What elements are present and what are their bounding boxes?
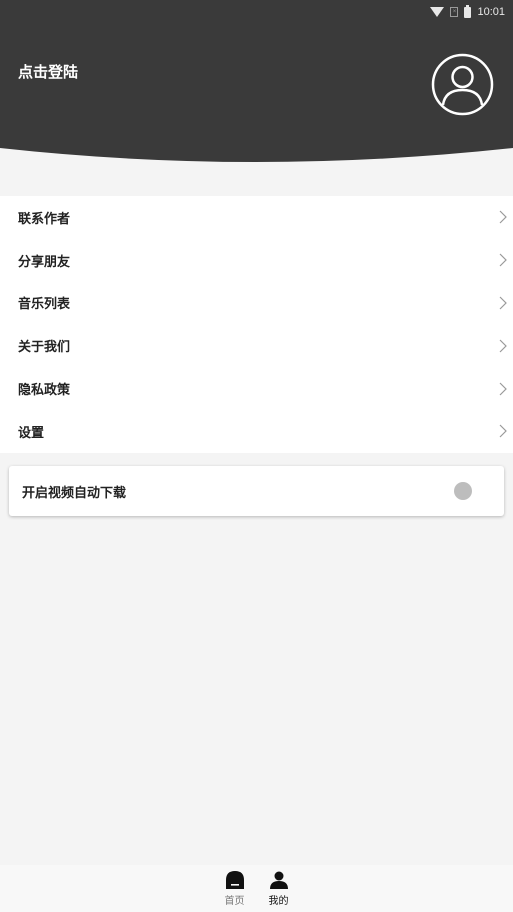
auto-download-card: 开启视频自动下载 <box>9 466 504 516</box>
menu-item-settings[interactable]: 设置 <box>0 410 513 453</box>
menu-item-label: 联系作者 <box>18 211 71 227</box>
chevron-right-icon <box>499 296 507 310</box>
nav-label-mine: 我的 <box>268 896 289 907</box>
menu-item-label: 隐私政策 <box>18 383 71 399</box>
chevron-right-icon <box>499 424 507 438</box>
person-icon <box>269 871 288 889</box>
wifi-icon <box>430 7 445 17</box>
no-sim-icon: × <box>450 7 459 17</box>
home-icon <box>225 871 244 889</box>
menu-item-about-us[interactable]: 关于我们 <box>0 324 513 367</box>
settings-menu: 联系作者 分享朋友 音乐列表 关于我们 隐私政策 设置 <box>0 196 513 453</box>
chevron-right-icon <box>499 253 507 267</box>
nav-label-home: 首页 <box>224 896 245 907</box>
battery-icon <box>464 4 472 18</box>
chevron-right-icon <box>499 382 507 396</box>
status-bar: × 10:01 <box>0 0 513 24</box>
nav-item-home[interactable]: 首页 <box>223 865 247 912</box>
header-curve <box>0 148 513 172</box>
menu-item-privacy-policy[interactable]: 隐私政策 <box>0 367 513 410</box>
menu-item-share-friends[interactable]: 分享朋友 <box>0 239 513 282</box>
login-prompt[interactable]: 点击登陆 <box>18 61 78 82</box>
auto-download-switch[interactable] <box>454 482 472 500</box>
menu-item-contact-author[interactable]: 联系作者 <box>0 196 513 239</box>
chevron-right-icon <box>499 339 507 353</box>
auto-download-label: 开启视频自动下载 <box>22 485 127 501</box>
chevron-right-icon <box>499 210 507 224</box>
menu-item-label: 分享朋友 <box>18 254 71 270</box>
menu-item-label: 设置 <box>18 425 45 441</box>
status-time: 10:01 <box>477 6 505 18</box>
nav-item-mine[interactable]: 我的 <box>267 865 291 912</box>
menu-item-label: 音乐列表 <box>18 297 71 313</box>
menu-item-label: 关于我们 <box>18 340 71 356</box>
profile-header: 点击登陆 <box>0 24 513 172</box>
user-avatar-icon[interactable] <box>431 53 494 116</box>
menu-item-music-list[interactable]: 音乐列表 <box>0 282 513 325</box>
bottom-nav: 首页 我的 <box>0 865 513 912</box>
